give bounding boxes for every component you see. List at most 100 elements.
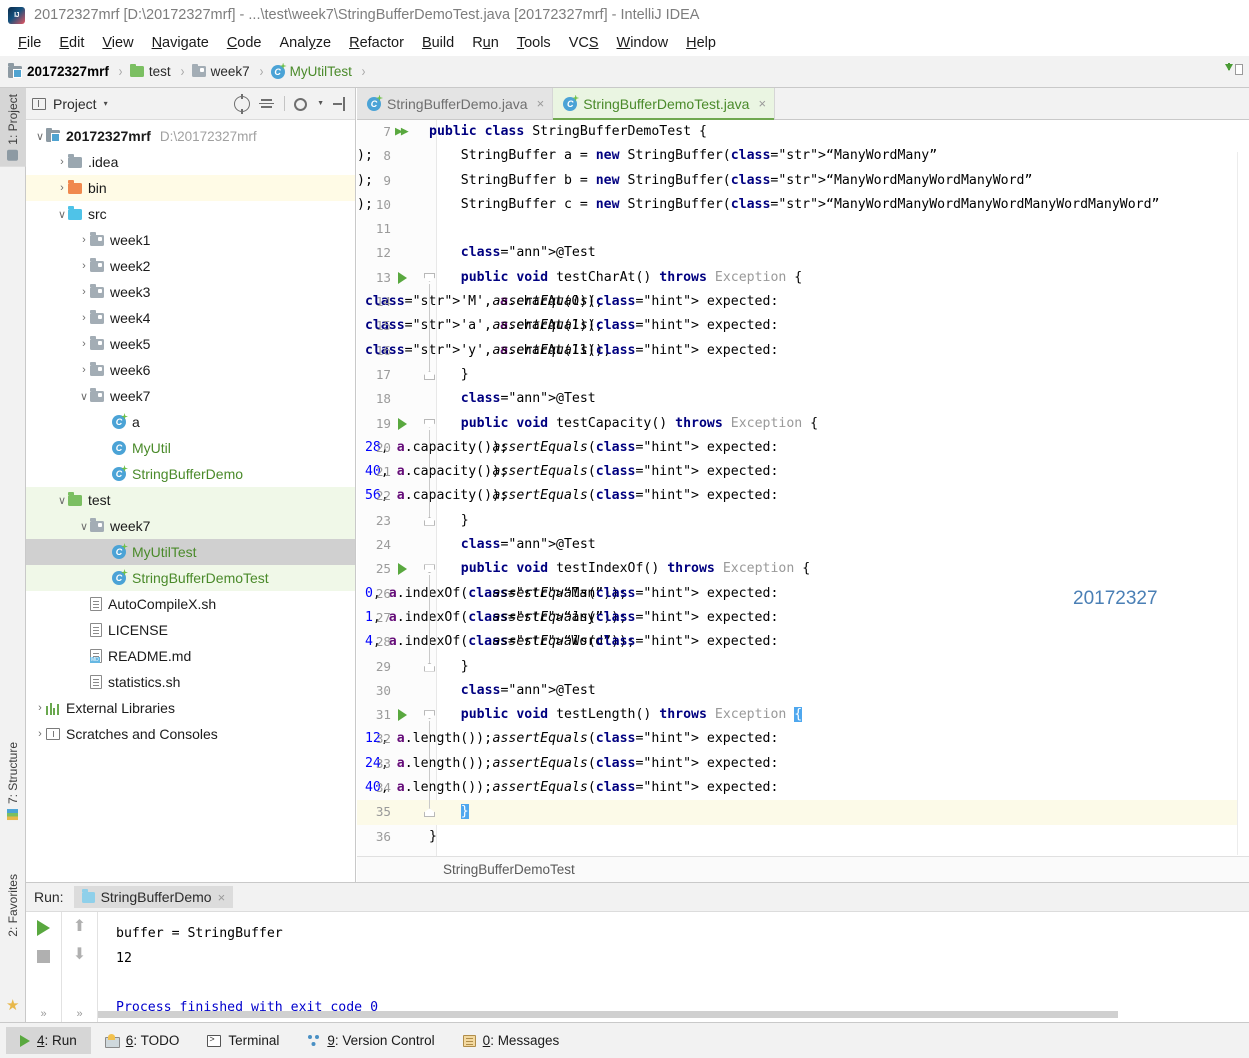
run-test-method-icon[interactable] bbox=[398, 417, 407, 430]
hide-panel-icon[interactable] bbox=[333, 96, 347, 111]
tree-item-stringbufferdemo[interactable]: C StringBufferDemo bbox=[26, 461, 355, 487]
statusbar-item-4-run[interactable]: 4: Run bbox=[6, 1027, 91, 1054]
run-test-method-icon[interactable] bbox=[398, 271, 407, 284]
tree-item-week1[interactable]: › week1 bbox=[26, 227, 355, 253]
code-line-18[interactable]: 18 class="ann">@Test bbox=[357, 387, 1249, 411]
code-line-8[interactable]: 8 StringBuffer a = new StringBuffer(clas… bbox=[357, 144, 1249, 168]
editor-tab-stringbufferdemo-java[interactable]: C StringBufferDemo.java × bbox=[357, 88, 554, 119]
tree-item-week7[interactable]: ∨ week7 bbox=[26, 513, 355, 539]
code-line-33[interactable]: 33 assertEquals(class="hint"> expected: … bbox=[357, 752, 1249, 776]
gear-settings-icon[interactable] bbox=[294, 97, 308, 111]
chevron-down-icon[interactable]: ∨ bbox=[34, 130, 46, 143]
tree-item-src[interactable]: ∨ src bbox=[26, 201, 355, 227]
code-line-16[interactable]: 16 assertEquals(class="hint"> expected: … bbox=[357, 339, 1249, 363]
chevron-right-icon[interactable]: › bbox=[78, 338, 90, 350]
code-line-21[interactable]: 21 assertEquals(class="hint"> expected: … bbox=[357, 460, 1249, 484]
statusbar-item-6-todo[interactable]: 6: TODO bbox=[91, 1027, 194, 1054]
code-viewport[interactable]: 7 ▶▶ public class StringBufferDemoTest {8 … bbox=[357, 120, 1249, 881]
code-content[interactable]: 7 ▶▶ public class StringBufferDemoTest {8 … bbox=[357, 120, 1249, 881]
chevron-right-icon[interactable]: › bbox=[78, 260, 90, 272]
chevron-right-icon[interactable]: › bbox=[78, 234, 90, 246]
chevron-right-icon[interactable]: › bbox=[78, 312, 90, 324]
run-console-hscrollbar[interactable] bbox=[98, 1011, 1249, 1018]
chevron-down-icon[interactable]: ▼ bbox=[317, 100, 324, 107]
run-all-tests-icon[interactable]: ▶▶ bbox=[395, 125, 409, 138]
chevron-right-icon[interactable]: › bbox=[56, 182, 68, 194]
chevron-down-icon[interactable]: ∨ bbox=[56, 208, 68, 221]
sidebar-item-structure[interactable]: 7: Structure bbox=[0, 736, 26, 826]
menu-item-refactor[interactable]: Refactor bbox=[340, 33, 413, 53]
tree-item-a[interactable]: Ca bbox=[26, 409, 355, 435]
menu-item-analyze[interactable]: Analyze bbox=[271, 33, 341, 53]
menu-item-vcs[interactable]: VCS bbox=[560, 33, 608, 53]
tree-item-week4[interactable]: › week4 bbox=[26, 305, 355, 331]
scroll-up-button[interactable]: ⬆ bbox=[73, 919, 86, 935]
rerun-button[interactable] bbox=[37, 920, 50, 936]
collapse-all-icon[interactable] bbox=[259, 96, 275, 112]
chevron-right-icon[interactable]: › bbox=[56, 156, 68, 168]
code-line-36[interactable]: 36} bbox=[357, 825, 1249, 849]
tree-item-week7[interactable]: ∨ week7 bbox=[26, 383, 355, 409]
editor-breadcrumb[interactable]: StringBufferDemoTest bbox=[357, 856, 1249, 882]
menu-item-edit[interactable]: Edit bbox=[50, 33, 93, 53]
download-update-icon[interactable] bbox=[1223, 62, 1243, 81]
menu-item-run[interactable]: Run bbox=[463, 33, 508, 53]
chevron-down-icon[interactable]: ▾ bbox=[104, 99, 108, 108]
tree-item-myutiltest[interactable]: C MyUtilTest bbox=[26, 539, 355, 565]
menu-item-navigate[interactable]: Navigate bbox=[143, 33, 218, 53]
tree-item-external-libraries[interactable]: › External Libraries bbox=[26, 695, 355, 721]
code-line-20[interactable]: 20 assertEquals(class="hint"> expected: … bbox=[357, 436, 1249, 460]
code-line-13[interactable]: 13 public void testCharAt() throws Excep… bbox=[357, 266, 1249, 290]
code-line-7[interactable]: 7 ▶▶ public class StringBufferDemoTest { bbox=[357, 120, 1249, 144]
chevron-down-icon[interactable]: ∨ bbox=[78, 390, 90, 403]
code-line-23[interactable]: 23 } bbox=[357, 509, 1249, 533]
tree-item-readme-md[interactable]: README.md bbox=[26, 643, 355, 669]
menu-item-file[interactable]: File bbox=[9, 33, 50, 53]
tree-item-stringbufferdemotest[interactable]: C StringBufferDemoTest bbox=[26, 565, 355, 591]
close-icon[interactable]: × bbox=[758, 96, 766, 111]
chevron-down-icon[interactable]: ∨ bbox=[78, 520, 90, 533]
code-line-12[interactable]: 12 class="ann">@Test bbox=[357, 241, 1249, 265]
expand-toolbar-icon[interactable]: » bbox=[76, 1008, 82, 1020]
statusbar-item-0-messages[interactable]: 0: Messages bbox=[449, 1027, 574, 1054]
code-line-22[interactable]: 22 assertEquals(class="hint"> expected: … bbox=[357, 484, 1249, 508]
menu-item-help[interactable]: Help bbox=[677, 33, 725, 53]
tree-item-myutil[interactable]: C MyUtil bbox=[26, 435, 355, 461]
run-test-method-icon[interactable] bbox=[398, 563, 407, 576]
scroll-down-button[interactable]: ⬇ bbox=[73, 947, 86, 963]
editor-scrollbar[interactable] bbox=[1237, 152, 1249, 855]
tree-item-week3[interactable]: › week3 bbox=[26, 279, 355, 305]
code-line-24[interactable]: 24 class="ann">@Test bbox=[357, 533, 1249, 557]
run-console-output[interactable]: buffer = StringBuffer 12 Process finished… bbox=[98, 912, 1249, 1022]
code-line-28[interactable]: 28 assertEquals(class="hint"> expected: … bbox=[357, 630, 1249, 654]
code-line-34[interactable]: 34 assertEquals(class="hint"> expected: … bbox=[357, 776, 1249, 800]
tree-item-test[interactable]: ∨ test bbox=[26, 487, 355, 513]
close-icon[interactable]: × bbox=[537, 96, 545, 111]
locate-icon[interactable] bbox=[234, 93, 251, 114]
tree-item-20172327mrf[interactable]: ∨ 20172327mrf D:\20172327mrf bbox=[26, 123, 355, 149]
chevron-right-icon[interactable]: › bbox=[78, 364, 90, 376]
code-line-17[interactable]: 17 } bbox=[357, 363, 1249, 387]
editor-tab-stringbufferdemotest-java[interactable]: C StringBufferDemoTest.java × bbox=[553, 88, 776, 120]
breadcrumb-item-test[interactable]: test bbox=[129, 63, 171, 79]
tree-item-week6[interactable]: › week6 bbox=[26, 357, 355, 383]
tree-item-license[interactable]: LICENSE bbox=[26, 617, 355, 643]
menu-item-code[interactable]: Code bbox=[218, 33, 271, 53]
tree-item-statistics-sh[interactable]: statistics.sh bbox=[26, 669, 355, 695]
breadcrumb-item-week7[interactable]: week7 bbox=[191, 63, 250, 79]
code-line-32[interactable]: 32 assertEquals(class="hint"> expected: … bbox=[357, 727, 1249, 751]
close-icon[interactable]: × bbox=[218, 890, 226, 905]
code-line-9[interactable]: 9 StringBuffer b = new StringBuffer(clas… bbox=[357, 169, 1249, 193]
code-line-19[interactable]: 19 public void testCapacity() throws Exc… bbox=[357, 412, 1249, 436]
run-test-method-icon[interactable] bbox=[398, 709, 407, 722]
menu-item-window[interactable]: Window bbox=[608, 33, 678, 53]
chevron-right-icon[interactable]: › bbox=[78, 286, 90, 298]
tree-item--idea[interactable]: › .idea bbox=[26, 149, 355, 175]
tree-item-autocompilex-sh[interactable]: AutoCompileX.sh bbox=[26, 591, 355, 617]
statusbar-item-terminal[interactable]: Terminal bbox=[193, 1027, 293, 1054]
menu-item-view[interactable]: View bbox=[93, 33, 142, 53]
code-line-35[interactable]: 35 } bbox=[357, 800, 1249, 825]
tree-item-bin[interactable]: › bin bbox=[26, 175, 355, 201]
chevron-right-icon[interactable]: › bbox=[34, 702, 46, 714]
code-line-25[interactable]: 25 public void testIndexOf() throws Exce… bbox=[357, 557, 1249, 581]
